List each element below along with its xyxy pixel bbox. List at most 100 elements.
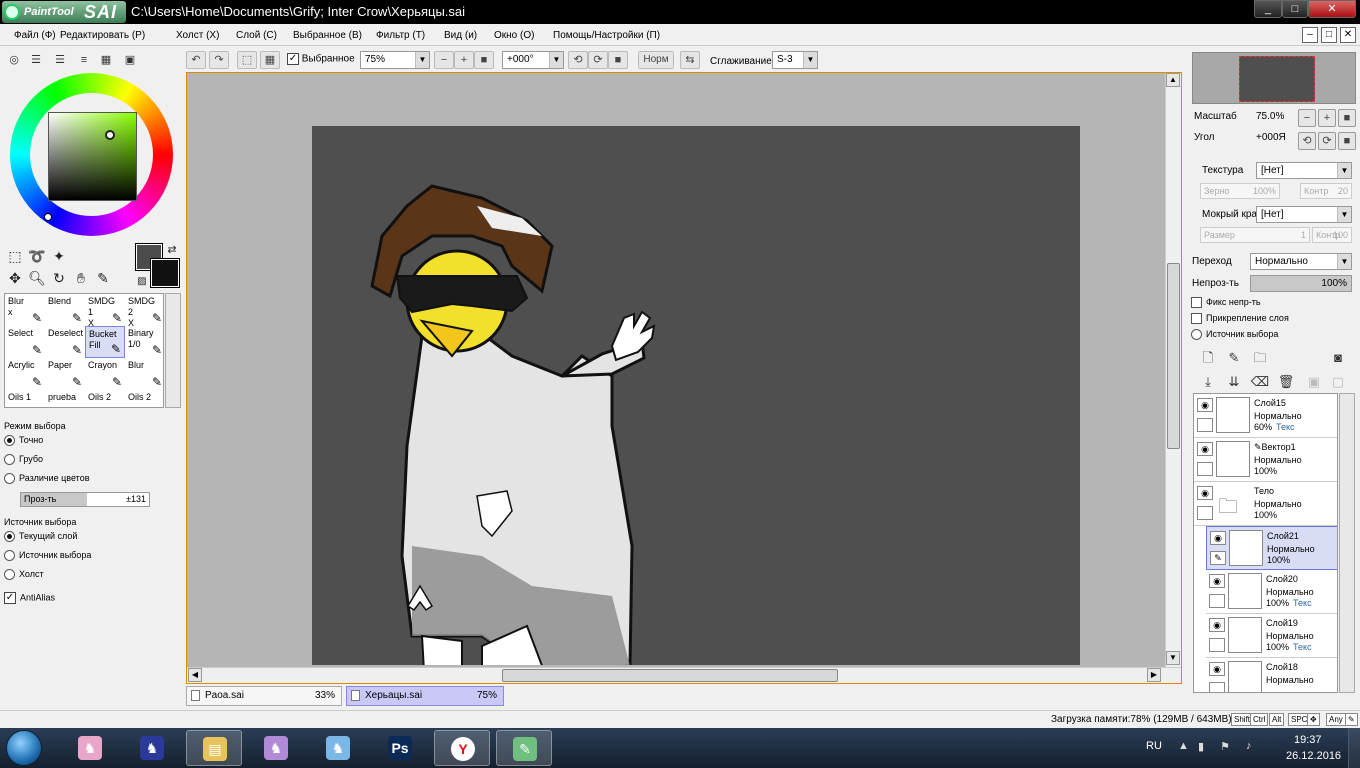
action-center-icon[interactable]: ⚑: [1220, 740, 1230, 753]
layer-lock-toggle[interactable]: [1209, 638, 1225, 652]
undo-button[interactable]: ↶: [186, 51, 206, 69]
visibility-toggle[interactable]: ◉: [1210, 531, 1226, 545]
new-vector-layer-button[interactable]: ✎: [1224, 348, 1244, 368]
layer-opacity-slider[interactable]: 100%: [1250, 275, 1352, 292]
new-folder-button[interactable]: 🗀︎: [1250, 348, 1270, 368]
hand-tool-button[interactable]: ✋︎: [71, 268, 91, 288]
source-current-layer-radio[interactable]: Текущий слой: [4, 531, 77, 543]
wet-edge-select[interactable]: [Нет] ▼: [1256, 206, 1352, 223]
transparent-color-button[interactable]: ▨: [132, 272, 152, 292]
brush-slot[interactable]: Crayon ✎: [85, 358, 125, 390]
invert-selection-button[interactable]: ▦: [260, 51, 280, 69]
visibility-toggle[interactable]: ◉: [1197, 486, 1213, 500]
modifier-key[interactable]: Alt: [1269, 713, 1285, 726]
doc-tab-heryacy[interactable]: Херьацы.sai 75%: [346, 686, 504, 706]
layer-mask-button[interactable]: ◙: [1328, 348, 1348, 368]
layer-lock-toggle[interactable]: ✎: [1210, 551, 1226, 565]
menu-layer[interactable]: Слой (С): [236, 30, 277, 41]
brush-slot[interactable]: Oils 2✎: [85, 390, 125, 407]
document-canvas[interactable]: [312, 126, 1080, 665]
visibility-toggle[interactable]: ◉: [1209, 618, 1225, 632]
taskbar-pony-app-3[interactable]: ♞: [248, 730, 304, 766]
menu-edit[interactable]: Редактировать (Р): [60, 30, 145, 41]
doc-tab-paoa[interactable]: Paoa.sai 33%: [186, 686, 342, 706]
layer-list-scrollbar[interactable]: [1339, 393, 1355, 693]
saturation-value-square[interactable]: [48, 112, 137, 201]
merge-down-button[interactable]: ⇊: [1224, 372, 1244, 392]
taskbar-pony-app-4[interactable]: ♞: [310, 730, 366, 766]
nav-rotate-reset-button[interactable]: ■: [1338, 132, 1356, 150]
redo-button[interactable]: ↷: [209, 51, 229, 69]
selection-toggle[interactable]: ✓ Выбранное: [287, 53, 355, 65]
nav-zoom-reset-button[interactable]: ■: [1338, 109, 1356, 127]
taskbar-photoshop[interactable]: Ps: [372, 730, 428, 766]
menu-help[interactable]: Помощь/Настройки (П): [553, 30, 660, 41]
language-indicator[interactable]: RU: [1146, 740, 1162, 752]
layer-row[interactable]: ◉ Слой19 Нормально 100% Текс: [1206, 614, 1337, 658]
modifier-key[interactable]: ✥: [1307, 713, 1320, 726]
transfer-down-button[interactable]: ⤓: [1198, 372, 1218, 392]
rgb-slider-mode-button[interactable]: ☰: [26, 52, 46, 68]
rotate-right-button[interactable]: ⟳: [588, 51, 608, 69]
visibility-toggle[interactable]: ◉: [1209, 574, 1225, 588]
layer-lock-toggle[interactable]: [1197, 462, 1213, 476]
selection-opacity-slider[interactable]: Проз-ть ±131: [20, 492, 150, 507]
selection-source-radio[interactable]: Источник выбора: [1191, 329, 1278, 341]
zoom-in-button[interactable]: +: [454, 51, 474, 69]
scratchpad-mode-button[interactable]: ▦: [96, 52, 116, 68]
menu-file[interactable]: Файл (Ф): [14, 30, 56, 41]
mdi-close-button[interactable]: ✕: [1340, 27, 1356, 43]
brush-slot[interactable]: SMDG 1 X ✎: [85, 294, 125, 328]
nav-zoom-in-button[interactable]: +: [1318, 109, 1336, 127]
brush-slot[interactable]: Blend ✎: [45, 294, 85, 326]
nav-zoom-out-button[interactable]: −: [1298, 109, 1316, 127]
mode-rough-radio[interactable]: Грубо: [4, 454, 43, 466]
canvas-viewport[interactable]: [189, 75, 1164, 665]
navigator-preview[interactable]: [1192, 52, 1356, 104]
scale-value[interactable]: 75.0%: [1256, 111, 1284, 122]
eyedropper-tool-button[interactable]: ✎: [93, 268, 113, 288]
clock-date[interactable]: 26.12.2016: [1286, 750, 1341, 762]
sv-marker[interactable]: [44, 213, 52, 221]
minimize-button[interactable]: _: [1254, 0, 1282, 18]
angle-value[interactable]: +000Я: [1256, 132, 1286, 143]
layer-lock-toggle[interactable]: [1197, 506, 1213, 520]
visibility-toggle[interactable]: ◉: [1197, 442, 1213, 456]
show-desktop-button[interactable]: [1348, 728, 1360, 768]
color-wheel-mode-button[interactable]: ◎: [4, 52, 24, 68]
layer-row[interactable]: ◉ ✎Вектор1 Нормально 100%: [1194, 438, 1337, 482]
modifier-key[interactable]: ✎: [1345, 713, 1358, 726]
selection-checkbox[interactable]: ✓: [287, 53, 299, 65]
rotate-left-button[interactable]: ⟲: [568, 51, 588, 69]
taskbar-pony-app-1[interactable]: ♞: [62, 730, 118, 766]
brush-slot[interactable]: Bucket Fill ✎: [85, 326, 125, 358]
clock-time[interactable]: 19:37: [1294, 734, 1322, 746]
mode-precise-radio[interactable]: Точно: [4, 435, 43, 447]
layer-row[interactable]: ◉ Слой18 Нормально: [1206, 658, 1337, 692]
delete-layer-button[interactable]: 🗑︎: [1276, 372, 1296, 392]
source-selection-radio[interactable]: Источник выбора: [4, 550, 91, 562]
layer-lock-toggle[interactable]: [1209, 682, 1225, 692]
move-tool-button[interactable]: ✥: [5, 268, 25, 288]
layer-lock-toggle[interactable]: [1197, 418, 1213, 432]
brush-slot[interactable]: SMDG 2 X ✎: [125, 294, 163, 328]
flip-button[interactable]: ⇆: [680, 51, 700, 69]
norm-button[interactable]: Норм: [638, 51, 674, 69]
brush-slot[interactable]: Paper ✎: [45, 358, 85, 390]
taskbar-explorer[interactable]: ▤: [186, 730, 242, 766]
brush-slot[interactable]: Blur ✎: [125, 358, 163, 390]
nav-rotate-left-button[interactable]: ⟲: [1298, 132, 1316, 150]
new-layer-button[interactable]: 🗋︎: [1198, 348, 1218, 368]
vertical-scroll-thumb[interactable]: [1167, 263, 1180, 449]
navigator-viewport[interactable]: [1239, 56, 1315, 102]
brush-grid-scrollbar[interactable]: [165, 293, 181, 408]
antialias-checkbox[interactable]: ✓ AntiAlias: [4, 592, 55, 604]
zoom-out-button[interactable]: −: [434, 51, 454, 69]
signal-icon[interactable]: ▮: [1198, 740, 1204, 753]
visibility-toggle[interactable]: ◉: [1197, 398, 1213, 412]
link-mask-button[interactable]: ▢: [1328, 372, 1348, 392]
brush-slot[interactable]: Blur x ✎: [5, 294, 45, 326]
scroll-left-button[interactable]: ◀: [188, 668, 202, 682]
magic-wand-tool-button[interactable]: ✦: [49, 246, 69, 266]
zoom-tool-button[interactable]: 🔍︎: [27, 268, 47, 288]
